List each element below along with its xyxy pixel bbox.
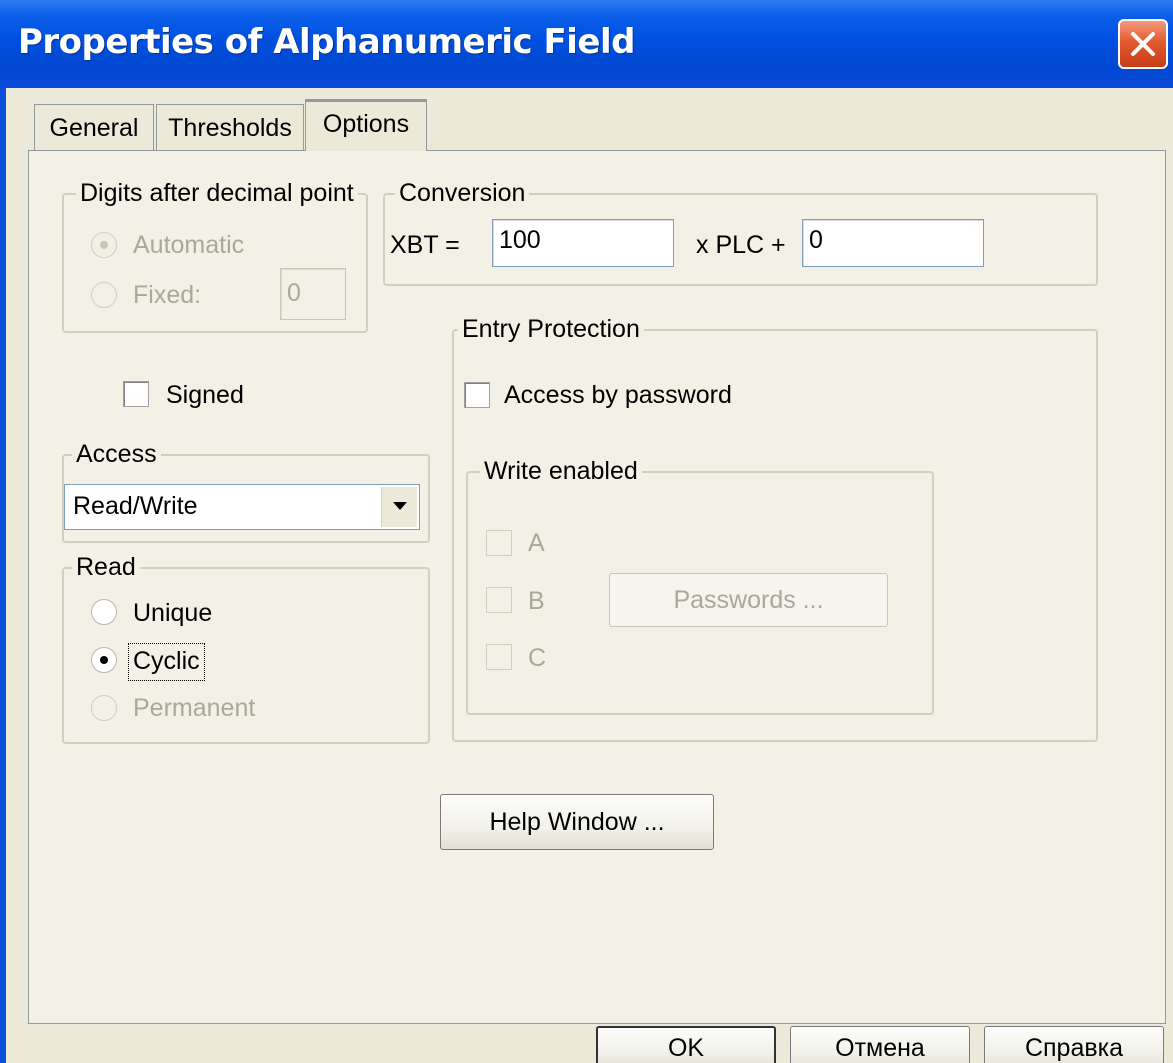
fixed-radio[interactable]	[91, 282, 117, 308]
write-a-checkbox[interactable]	[486, 530, 512, 556]
access-value: Read/Write	[73, 492, 198, 520]
write-b-label: B	[528, 587, 545, 615]
access-by-password-checkbox[interactable]	[464, 382, 490, 408]
help-window-button[interactable]: Help Window ...	[440, 794, 714, 850]
unique-label: Unique	[133, 599, 213, 627]
fixed-label: Fixed:	[133, 281, 202, 309]
ok-button[interactable]: OK	[596, 1026, 776, 1063]
chevron-down-icon	[393, 502, 407, 510]
cyclic-radio[interactable]	[91, 647, 117, 673]
cyclic-label: Cyclic	[133, 647, 200, 675]
permanent-radio[interactable]	[91, 695, 117, 721]
tab-thresholds[interactable]: Thresholds	[156, 104, 304, 150]
help-button[interactable]: Справка	[984, 1026, 1164, 1063]
read-legend: Read	[72, 552, 140, 582]
plc-label: x PLC +	[696, 231, 786, 259]
access-by-password-label: Access by password	[504, 381, 732, 409]
signed-checkbox[interactable]	[123, 381, 149, 407]
write-enabled-legend: Write enabled	[480, 456, 642, 486]
unique-radio[interactable]	[91, 599, 117, 625]
cancel-button[interactable]: Отмена	[790, 1026, 970, 1063]
automatic-radio[interactable]	[91, 232, 117, 258]
access-legend: Access	[72, 439, 161, 469]
title-bar[interactable]: Properties of Alphanumeric Field	[0, 0, 1173, 88]
automatic-label: Automatic	[133, 231, 245, 259]
conversion-legend: Conversion	[395, 178, 530, 208]
write-b-checkbox[interactable]	[486, 587, 512, 613]
close-button[interactable]	[1118, 19, 1168, 69]
write-c-checkbox[interactable]	[486, 644, 512, 670]
write-a-label: A	[528, 529, 545, 557]
passwords-button[interactable]: Passwords ...	[609, 573, 888, 627]
offset-input[interactable]: 0	[802, 219, 984, 267]
entry-protection-legend: Entry Protection	[458, 314, 644, 344]
close-icon	[1131, 32, 1155, 56]
properties-dialog: Properties of Alphanumeric Field General…	[0, 0, 1173, 1063]
tab-general[interactable]: General	[34, 104, 154, 150]
window-title: Properties of Alphanumeric Field	[18, 22, 635, 62]
access-select[interactable]: Read/Write	[64, 484, 420, 530]
access-dropdown-button[interactable]	[381, 487, 417, 527]
write-c-label: C	[528, 644, 547, 672]
tab-options[interactable]: Options	[305, 99, 427, 151]
multiplier-input[interactable]: 100	[492, 219, 674, 267]
window-frame-left	[0, 88, 6, 1063]
permanent-label: Permanent	[133, 694, 256, 722]
fixed-digits-input[interactable]: 0	[280, 268, 346, 320]
digits-legend: Digits after decimal point	[76, 178, 358, 208]
xbt-label: XBT =	[390, 231, 460, 259]
signed-label: Signed	[166, 381, 244, 409]
